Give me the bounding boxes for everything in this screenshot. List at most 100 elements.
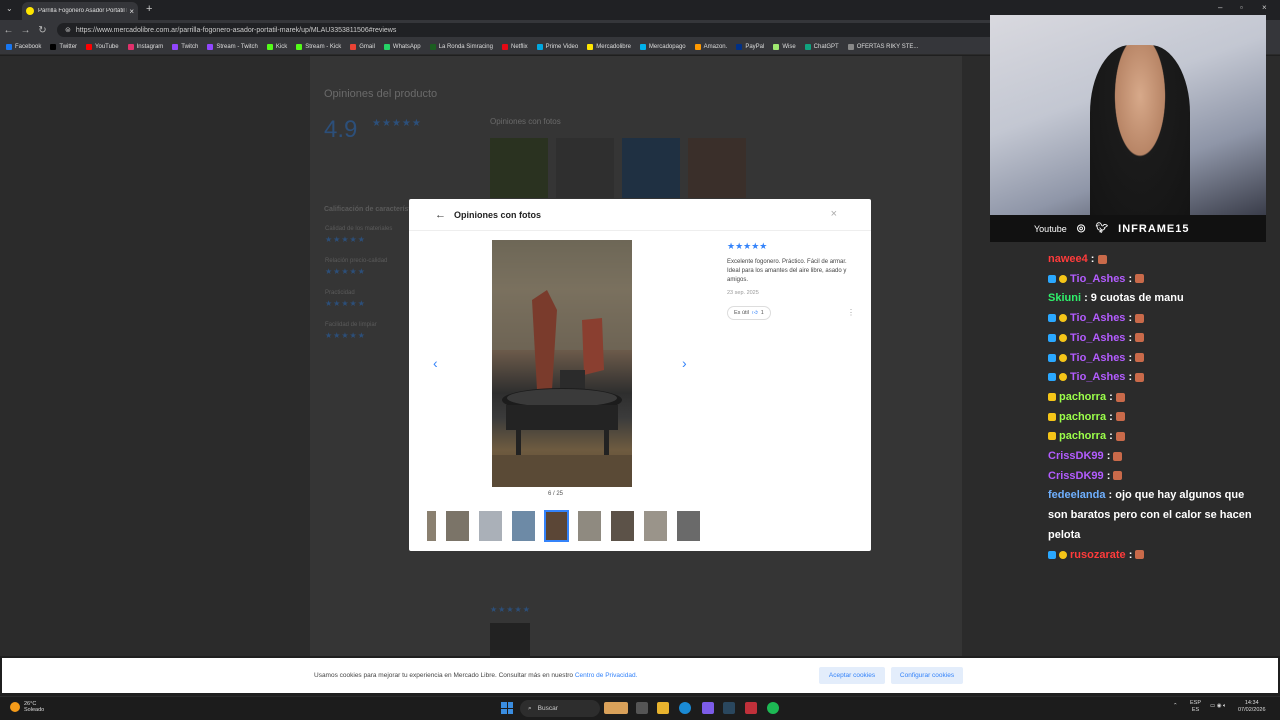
language-indicator[interactable]: ESP ES [1190, 700, 1201, 714]
bookmark-item[interactable]: Twitter [50, 44, 77, 50]
chat-username[interactable]: Skiuni [1048, 292, 1081, 304]
bookmark-favicon-icon [207, 44, 214, 50]
chat-username[interactable]: Tio_Ashes [1070, 273, 1125, 285]
app-icon[interactable] [745, 702, 757, 714]
photo-thumbnail[interactable] [578, 511, 601, 541]
bookmark-item[interactable]: OFERTAS RIKY STE... [847, 44, 918, 50]
photo-thumbnail[interactable] [611, 511, 634, 541]
forward-icon[interactable]: → [17, 25, 34, 36]
feature-stars: ★★★★★ [325, 267, 366, 276]
close-icon[interactable]: × [831, 208, 837, 220]
modal-title: Opiniones con fotos [454, 209, 541, 220]
chat-separator: : [1125, 351, 1136, 364]
weather-widget[interactable]: 26°C Soleado [10, 701, 44, 713]
photo-thumbnail[interactable] [677, 511, 700, 541]
chat-username[interactable]: nawee4 [1048, 253, 1088, 265]
bg-photo-thumb[interactable] [556, 138, 614, 198]
bookmark-item[interactable]: Netflix [501, 44, 528, 50]
steam-icon[interactable] [723, 702, 735, 714]
close-window-icon[interactable]: × [1262, 3, 1267, 12]
chat-username[interactable]: pachorra [1059, 430, 1106, 442]
configure-cookies-button[interactable]: Configurar cookies [891, 667, 963, 684]
bookmark-item[interactable]: Twitch [172, 44, 198, 50]
sun-icon [10, 702, 20, 712]
next-photo-icon[interactable]: › [682, 355, 687, 371]
bookmark-item[interactable]: Prime Video [536, 44, 578, 50]
bookmark-item[interactable]: Gmail [350, 44, 375, 50]
weather-desc: Soleado [24, 707, 45, 713]
bookmark-item[interactable]: YouTube [86, 44, 119, 50]
instagram-icon: ◎ [1076, 223, 1086, 234]
task-view-icon[interactable] [636, 702, 648, 714]
bookmark-item[interactable]: WhatsApp [383, 44, 421, 50]
bg-review-photo[interactable] [490, 623, 530, 656]
chat-badge-icon [1059, 314, 1067, 323]
chat-username[interactable]: Tio_Ashes [1070, 371, 1125, 383]
prev-photo-icon[interactable]: ‹ [433, 355, 438, 371]
minimize-icon[interactable]: – [1218, 3, 1222, 12]
photo-thumbnail[interactable] [427, 511, 436, 541]
clock[interactable]: 14:34 07/02/2026 [1238, 700, 1266, 714]
chat-emote-icon [1115, 431, 1125, 441]
bookmark-item[interactable]: La Ronda Simracing [429, 44, 493, 50]
chat-username[interactable]: Tio_Ashes [1070, 352, 1125, 364]
privacy-center-link[interactable]: Centro de Privacidad. [575, 672, 638, 679]
photo-thumbnail[interactable] [644, 511, 667, 541]
browser-tab[interactable]: Parrilla Fogonero Asador Portátil M × [22, 2, 138, 20]
site-info-icon[interactable]: ⊜ [65, 26, 71, 34]
chat-username[interactable]: pachorra [1059, 411, 1106, 423]
spotify-icon[interactable] [767, 702, 779, 714]
chat-username[interactable]: CrissDK99 [1048, 450, 1104, 462]
new-tab-button[interactable]: + [146, 3, 152, 15]
photo-thumbnail[interactable] [479, 511, 502, 541]
photo-thumbnail[interactable] [512, 511, 535, 541]
bookmark-item[interactable]: Mercadolibre [587, 44, 631, 50]
discord-icon[interactable] [702, 702, 714, 714]
bookmark-favicon-icon [536, 44, 543, 50]
chat-badge-icon [1048, 314, 1056, 323]
chat-username[interactable]: CrissDK99 [1048, 470, 1104, 482]
chat-username[interactable]: Tio_Ashes [1070, 332, 1125, 344]
reload-icon[interactable]: ↻ [34, 25, 51, 36]
bookmark-item[interactable]: ChatGPT [804, 44, 839, 50]
bg-photo-thumb[interactable] [622, 138, 680, 198]
tab-search-icon[interactable]: ⌄ [6, 4, 13, 13]
back-icon[interactable]: ← [0, 25, 17, 36]
bookmark-favicon-icon [736, 44, 743, 50]
close-tab-icon[interactable]: × [129, 7, 134, 16]
file-explorer-icon[interactable] [657, 702, 669, 714]
search-highlight-icon[interactable] [604, 702, 628, 714]
bookmark-favicon-icon [847, 44, 854, 50]
bookmark-item[interactable]: Stream - Twitch [207, 44, 258, 50]
bookmark-favicon-icon [639, 44, 646, 50]
chat-username[interactable]: Tio_Ashes [1070, 312, 1125, 324]
windows-start-icon[interactable] [501, 702, 513, 714]
bookmark-item[interactable]: Instagram [127, 44, 163, 50]
chat-username[interactable]: rusozarate [1070, 549, 1126, 561]
bookmark-item[interactable]: Mercadopago [639, 44, 686, 50]
maximize-icon[interactable]: ▫ [1240, 3, 1243, 12]
bookmark-item[interactable]: Kick [266, 44, 287, 50]
chat-username[interactable]: pachorra [1059, 391, 1106, 403]
useful-button[interactable]: Es útil 👍︎ 1 [727, 306, 771, 320]
chat-username[interactable]: fedeelanda [1048, 489, 1105, 501]
photo-thumbnail[interactable] [544, 510, 569, 542]
edge-icon[interactable] [679, 702, 691, 714]
bookmark-item[interactable]: Stream - Kick [296, 44, 341, 50]
photo-thumbnail[interactable] [446, 511, 469, 541]
back-arrow-icon[interactable]: ← [435, 209, 446, 221]
tray-chevron-icon[interactable]: ⌃ [1173, 703, 1178, 710]
chat-separator: : [1125, 371, 1136, 384]
url-field[interactable]: ⊜ https://www.mercadolibre.com.ar/parril… [57, 23, 997, 37]
bookmark-item[interactable]: Wise [773, 44, 796, 50]
chat-badge-icon [1048, 353, 1056, 362]
bg-photo-thumb[interactable] [490, 138, 548, 198]
bookmark-item[interactable]: PayPal [736, 44, 764, 50]
bookmark-item[interactable]: Facebook [6, 44, 41, 50]
accept-cookies-button[interactable]: Aceptar cookies [819, 667, 885, 684]
taskbar-search[interactable]: ⌕ Buscar [520, 700, 600, 717]
more-options-icon[interactable]: ⋮ [847, 308, 855, 317]
bookmark-item[interactable]: Amazon. [694, 44, 727, 50]
network-volume-icons[interactable]: ▭ ◉ 🔈︎ [1210, 703, 1226, 710]
bg-photo-thumb[interactable] [688, 138, 746, 198]
